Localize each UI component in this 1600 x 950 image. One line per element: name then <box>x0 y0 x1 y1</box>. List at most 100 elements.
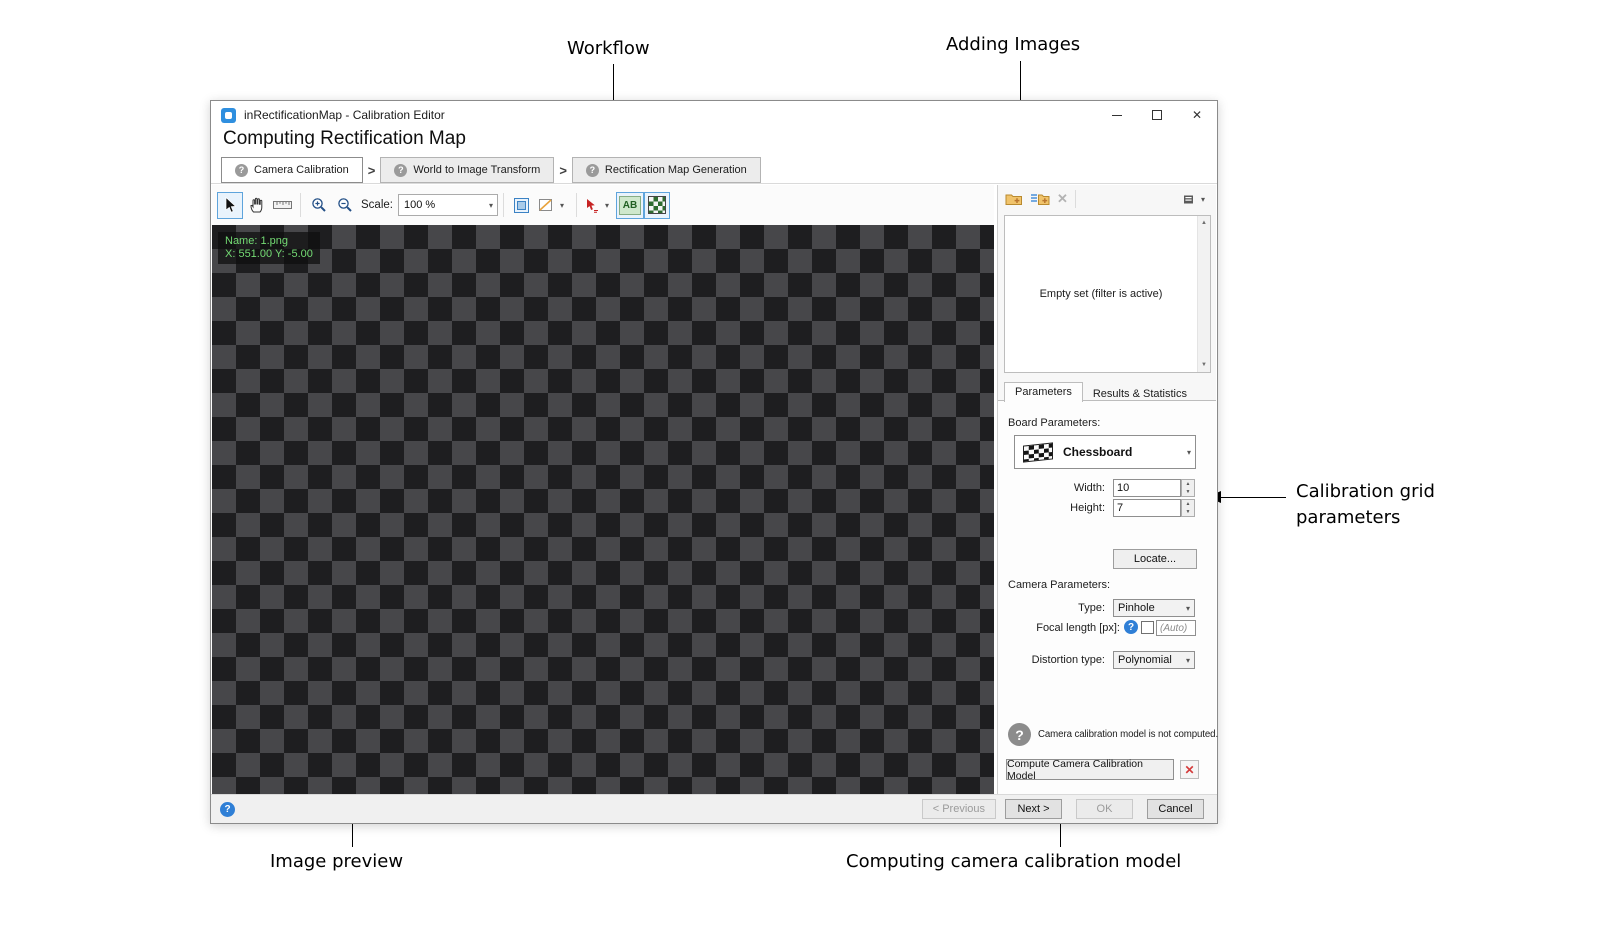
select-tool-button[interactable] <box>217 191 243 219</box>
height-spinner[interactable]: ▲ ▼ <box>1181 499 1195 517</box>
ok-button[interactable]: OK <box>1076 799 1133 819</box>
distortion-type-select[interactable]: Polynomial ▾ <box>1113 651 1195 669</box>
clear-model-button[interactable]: ✕ <box>1180 760 1199 779</box>
zoom-out-icon <box>338 198 352 212</box>
chevron-down-icon[interactable]: ▾ <box>1197 195 1209 204</box>
app-icon <box>221 107 236 123</box>
spinner-down-button[interactable]: ▼ <box>1182 488 1194 496</box>
board-type-select[interactable]: Chessboard ▾ <box>1014 435 1196 469</box>
help-icon[interactable]: ? <box>220 801 235 817</box>
image-preview-canvas[interactable]: Name: 1.png X: 551.00 Y: -5.00 <box>212 225 994 794</box>
image-list-scrollbar[interactable]: ▲ ▼ <box>1197 216 1210 372</box>
width-input[interactable] <box>1113 479 1181 497</box>
cursor-icon <box>225 197 236 213</box>
settings-pane: ✕ ▾ Empty set (filter is active) ▲ ▼ Par… <box>997 185 1218 794</box>
height-input[interactable] <box>1113 499 1181 517</box>
close-button[interactable]: ✕ <box>1177 101 1217 129</box>
tab-world-to-image-transform[interactable]: ? World to Image Transform <box>380 157 555 183</box>
camera-type-select[interactable]: Pinhole ▾ <box>1113 599 1195 617</box>
preview-toolbar: Scale: ▾ ▾ ▾ AB <box>212 185 994 225</box>
tab-camera-calibration[interactable]: ? Camera Calibration <box>221 157 363 183</box>
show-grid-overlay-button[interactable] <box>644 191 670 219</box>
scroll-down-icon[interactable]: ▼ <box>1201 358 1207 372</box>
zoom-in-icon <box>312 198 326 212</box>
tab-parameters[interactable]: Parameters <box>1004 382 1083 402</box>
camera-type-value: Pinhole <box>1118 602 1155 614</box>
tab-strip-rule <box>211 183 1217 184</box>
remove-image-button[interactable]: ✕ <box>1057 191 1068 207</box>
toolbar-separator <box>575 193 577 217</box>
distortion-type-label: Distortion type: <box>1031 654 1105 666</box>
preview-pane: Scale: ▾ ▾ ▾ AB <box>212 185 994 794</box>
annotation-calibration-grid: Calibration grid parameters <box>1296 479 1435 531</box>
add-series-icon <box>1031 194 1050 205</box>
cancel-button[interactable]: Cancel <box>1147 799 1204 819</box>
annotation-calibration-grid-line1: Calibration grid <box>1296 481 1435 502</box>
locate-button[interactable]: Locate... <box>1113 549 1197 569</box>
maximize-button[interactable] <box>1137 101 1177 129</box>
annotation-adding-images: Adding Images <box>946 34 1081 55</box>
add-folder-icon <box>1005 194 1022 205</box>
spinner-up-button[interactable]: ▲ <box>1182 480 1194 488</box>
titlebar[interactable]: inRectificationMap - Calibration Editor … <box>211 101 1217 129</box>
previous-button[interactable]: < Previous <box>921 799 996 819</box>
chevron-down-icon[interactable]: ▾ <box>485 201 497 210</box>
focal-length-checkbox[interactable] <box>1141 621 1154 634</box>
focal-length-help-icon[interactable]: ? <box>1124 620 1138 634</box>
chevron-down-icon[interactable]: ▾ <box>556 201 568 210</box>
view-options-button[interactable]: ▾ <box>1183 194 1209 205</box>
background-none-button[interactable]: ▾ <box>535 192 571 219</box>
view-mode-icon <box>1183 195 1193 203</box>
window-title: inRectificationMap - Calibration Editor <box>244 108 445 122</box>
scale-label: Scale: <box>361 199 393 211</box>
distortion-type-value: Polynomial <box>1118 654 1172 666</box>
fit-to-window-button[interactable] <box>509 192 535 219</box>
height-label: Height: <box>1070 502 1105 514</box>
next-button[interactable]: Next > <box>1005 799 1062 819</box>
chessboard-flag-icon <box>1023 441 1053 463</box>
preview-overlay-label: Name: 1.png X: 551.00 Y: -5.00 <box>218 232 320 264</box>
annotation-calibration-grid-line <box>1220 497 1286 498</box>
screenshot-root: Workflow Adding Images Calibration grid … <box>0 0 1600 950</box>
width-spinner[interactable]: ▲ ▼ <box>1181 479 1195 497</box>
chevron-down-icon: ▾ <box>1185 655 1190 665</box>
empty-set-message: Empty set (filter is active) <box>1039 288 1163 300</box>
parameters-tab-strip: Parameters Results & Statistics <box>1004 382 1197 402</box>
chessboard-overlay-icon <box>648 196 666 214</box>
chevron-down-icon[interactable]: ▾ <box>601 201 613 210</box>
annotation-computing-model: Computing camera calibration model <box>846 851 1182 872</box>
tab-separator-chevron: > <box>559 162 567 178</box>
annotation-image-preview: Image preview <box>270 851 404 872</box>
show-labels-button[interactable]: AB <box>616 191 644 219</box>
tab-rectification-map-generation[interactable]: ? Rectification Map Generation <box>571 157 761 183</box>
image-list[interactable]: Empty set (filter is active) ▲ ▼ <box>1004 215 1211 373</box>
scroll-up-icon[interactable]: ▲ <box>1201 216 1207 230</box>
page-title: Computing Rectification Map <box>223 128 466 149</box>
zoom-in-button[interactable] <box>306 192 332 219</box>
toolbar-separator <box>502 193 504 217</box>
tab-results-statistics[interactable]: Results & Statistics <box>1083 385 1197 402</box>
spinner-up-button[interactable]: ▲ <box>1182 500 1194 508</box>
none-fill-icon <box>538 199 552 211</box>
ruler-icon <box>272 201 292 209</box>
add-images-button[interactable] <box>1005 192 1023 206</box>
toolbar-separator <box>300 193 301 217</box>
pan-tool-button[interactable] <box>243 192 269 219</box>
scale-combo[interactable]: ▾ <box>397 194 498 216</box>
ab-labels-icon: AB <box>619 195 641 215</box>
hand-icon <box>249 197 262 213</box>
pointer-options-button[interactable]: ▾ <box>582 192 616 219</box>
compute-calibration-button[interactable]: Compute Camera Calibration Model <box>1006 758 1174 782</box>
zoom-out-button[interactable] <box>332 192 358 219</box>
minimize-button[interactable] <box>1097 101 1137 129</box>
scale-input[interactable] <box>398 199 485 211</box>
measure-tool-button[interactable] <box>269 192 295 219</box>
add-image-series-button[interactable] <box>1030 192 1050 206</box>
spinner-down-button[interactable]: ▼ <box>1182 508 1194 516</box>
board-parameters-label: Board Parameters: <box>1008 417 1101 429</box>
tab-label: Rectification Map Generation <box>604 164 747 176</box>
calibration-editor-window: inRectificationMap - Calibration Editor … <box>210 100 1218 824</box>
type-label: Type: <box>1078 602 1105 614</box>
focal-length-input[interactable] <box>1156 620 1196 636</box>
image-list-toolbar: ✕ ▾ <box>998 185 1216 213</box>
